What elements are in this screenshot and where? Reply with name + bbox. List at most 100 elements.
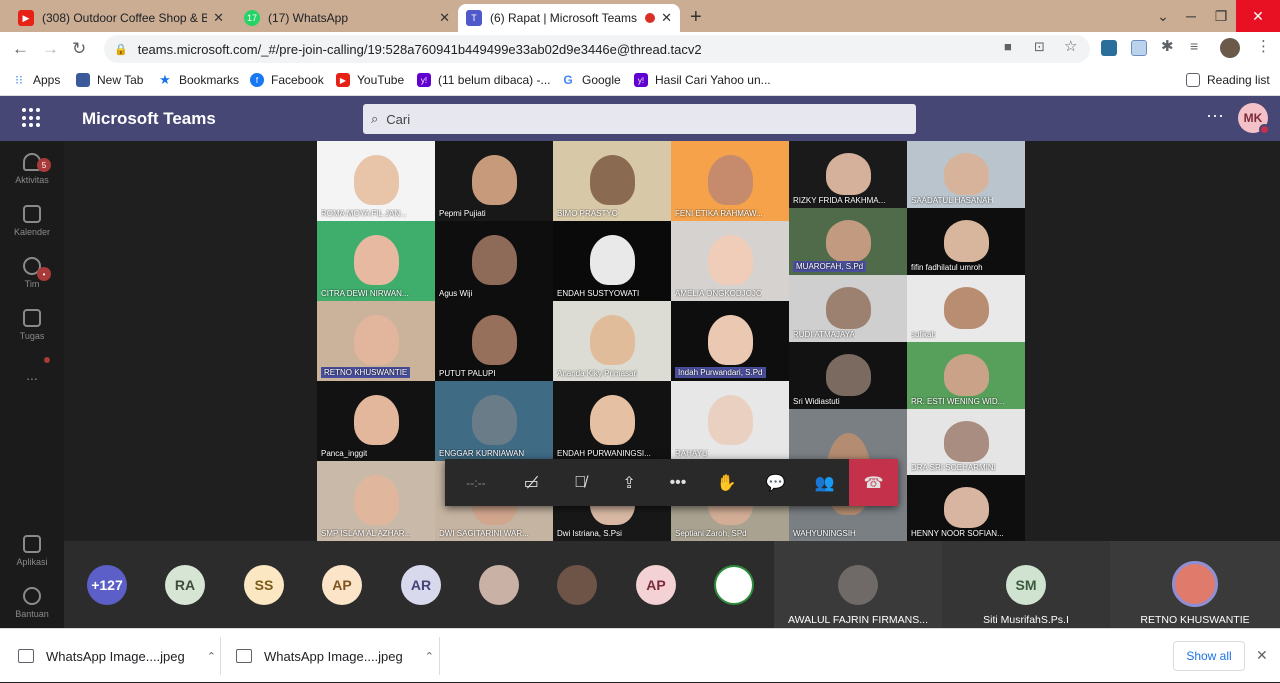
- show-all-button[interactable]: Show all: [1173, 641, 1245, 671]
- camera-off-icon[interactable]: ▭̸: [507, 459, 556, 506]
- bookmark-apps[interactable]: ⁝⁝ Apps: [12, 73, 60, 87]
- chevron-up-icon[interactable]: ⌃: [425, 650, 434, 663]
- participant-tile[interactable]: HENNY NOOR SOFIAN...: [907, 475, 1025, 541]
- raise-hand-icon[interactable]: ✋: [702, 459, 751, 506]
- rail-item-teams[interactable]: Tim •: [0, 257, 64, 289]
- user-avatar[interactable]: MK: [1238, 103, 1270, 135]
- participants-icon[interactable]: 👥: [800, 459, 849, 506]
- avatar[interactable]: AR: [401, 565, 441, 605]
- participant-tile[interactable]: Ananda Kiky Primasari: [553, 301, 671, 381]
- participant-tile[interactable]: Panca_inggit: [317, 381, 435, 461]
- extension-icon[interactable]: [1101, 40, 1117, 56]
- extension-icon[interactable]: [1131, 40, 1147, 56]
- participant-tile[interactable]: Pepmi Pujiati: [435, 141, 553, 221]
- menu-icon[interactable]: ⋮: [1256, 37, 1271, 55]
- close-icon[interactable]: ✕: [1256, 647, 1268, 664]
- back-icon[interactable]: ←: [12, 39, 29, 59]
- avatar[interactable]: RA: [165, 565, 205, 605]
- participant-tile[interactable]: RUDI ATMAJAYA: [789, 275, 907, 342]
- participant-tile[interactable]: CITRA DEWI NIRWAN...: [317, 221, 435, 301]
- participant-tile[interactable]: MUAROFAH, S.Pd: [789, 208, 907, 275]
- avatar[interactable]: [714, 565, 754, 605]
- participant-tile[interactable]: RIZKY FRIDA RAKHMA...: [789, 141, 907, 208]
- rail-item-apps[interactable]: Aplikasi: [0, 535, 64, 567]
- tab-youtube[interactable]: ▶ (308) Outdoor Coffee Shop & Bo ✕: [10, 4, 232, 32]
- address-bar[interactable]: 🔒 teams.microsoft.com/_#/pre-join-callin…: [104, 35, 1090, 63]
- participant-tile[interactable]: ENGGAR KURNIAWAN: [435, 381, 553, 461]
- participant-tile[interactable]: ENDAH SUSTYOWATI: [553, 221, 671, 301]
- overflow-participants[interactable]: +127: [87, 565, 127, 605]
- rail-item-help[interactable]: Bantuan: [0, 587, 64, 619]
- avatar[interactable]: AP: [636, 565, 676, 605]
- more-actions-icon[interactable]: •••: [654, 459, 703, 506]
- bookmark-bookmarks[interactable]: ★ Bookmarks: [158, 72, 239, 87]
- restore-icon[interactable]: ❐: [1206, 0, 1236, 32]
- download-item[interactable]: WhatsApp Image....jpeg ⌃: [18, 629, 216, 683]
- bookmark-yahoo-mail[interactable]: y! (11 belum dibaca) -...: [417, 73, 551, 87]
- participant-tile[interactable]: sulikah: [907, 275, 1025, 342]
- participant-tile[interactable]: PUTUT PALUPI: [435, 301, 553, 381]
- close-window-icon[interactable]: ✕: [1236, 0, 1280, 32]
- avatar[interactable]: SS: [244, 565, 284, 605]
- bookmark-newtab[interactable]: New Tab: [76, 73, 143, 87]
- participant-tile[interactable]: ROMA MOYA FIL JAN...: [317, 141, 435, 221]
- forward-icon[interactable]: →: [42, 39, 59, 59]
- participant-tile[interactable]: RETNO KHUSWANTIE: [317, 301, 435, 381]
- bookmark-google[interactable]: G Google: [561, 73, 621, 87]
- translate-icon[interactable]: ⊡: [1034, 39, 1045, 55]
- divider: [220, 637, 221, 675]
- tab-whatsapp[interactable]: 17 (17) WhatsApp ✕: [236, 4, 458, 32]
- avatar[interactable]: AP: [322, 565, 362, 605]
- app-launcher-icon[interactable]: [22, 108, 42, 128]
- tab-teams[interactable]: T (6) Rapat | Microsoft Teams ✕: [458, 4, 680, 32]
- roster-tile[interactable]: SM Siti MusrifahS.Ps.I: [942, 541, 1110, 628]
- rail-item-assignments[interactable]: Tugas: [0, 309, 64, 341]
- participant-tile[interactable]: FENI ETIKA RAHMAW...: [671, 141, 789, 221]
- camera-icon[interactable]: ■: [1004, 39, 1012, 54]
- participant-tile[interactable]: RAHAYU: [671, 381, 789, 461]
- media-icon[interactable]: ≡: [1190, 38, 1198, 54]
- participant-tile[interactable]: AMELIA ONGKODJOJO: [671, 221, 789, 301]
- new-tab-button[interactable]: +: [690, 6, 702, 29]
- mic-off-icon[interactable]: 🎙̸: [556, 459, 605, 506]
- participant-tile[interactable]: ENDAH PURWANINGSI...: [553, 381, 671, 461]
- share-screen-icon[interactable]: ⇪: [605, 459, 654, 506]
- bookmark-facebook[interactable]: f Facebook: [250, 73, 324, 87]
- download-item[interactable]: WhatsApp Image....jpeg ⌃: [236, 629, 434, 683]
- rail-more-apps[interactable]: ...: [0, 367, 64, 383]
- participant-tile[interactable]: Agus Wiji: [435, 221, 553, 301]
- roster-tile[interactable]: AWALUL FAJRIN FIRMANS...: [774, 541, 942, 628]
- participant-tile[interactable]: RR. ESTI WENING WID...: [907, 342, 1025, 409]
- participant-tile[interactable]: BIMO PRASTYO: [553, 141, 671, 221]
- roster-tile[interactable]: RETNO KHUSWANTIE: [1110, 541, 1280, 628]
- chevron-up-icon[interactable]: ⌃: [207, 650, 216, 663]
- search-input[interactable]: ⌕ Cari: [363, 104, 916, 134]
- rail-item-calendar[interactable]: Kalender: [0, 205, 64, 237]
- reload-icon[interactable]: ↻: [72, 39, 86, 59]
- reading-list[interactable]: Reading list: [1186, 73, 1270, 87]
- minimize-icon[interactable]: ─: [1176, 0, 1206, 32]
- puzzle-icon[interactable]: ✱: [1161, 37, 1174, 55]
- bookmark-yahoo-search[interactable]: y! Hasil Cari Yahoo un...: [634, 73, 771, 87]
- close-tab-icon[interactable]: ✕: [213, 10, 224, 26]
- participant-tile[interactable]: SAADATUL HASANAH: [907, 141, 1025, 208]
- participant-tile[interactable]: Indah Purwandari, S.Pd: [671, 301, 789, 381]
- participant-tile[interactable]: DRA SRI SOEHARMINI: [907, 409, 1025, 475]
- rail-item-activity[interactable]: Aktivitas 5: [0, 153, 64, 185]
- chat-icon[interactable]: 💬: [751, 459, 800, 506]
- participant-tile[interactable]: SMP ISLAM AL AZHAR...: [317, 461, 435, 541]
- avatar[interactable]: [557, 565, 597, 605]
- participant-tile[interactable]: Sri Widiastuti: [789, 342, 907, 409]
- status-badge: [1259, 124, 1270, 135]
- more-options-icon[interactable]: ···: [1206, 105, 1224, 126]
- avatar[interactable]: [479, 565, 519, 605]
- star-icon[interactable]: ☆: [1064, 37, 1077, 55]
- tab-search-icon[interactable]: ⌄: [1150, 0, 1176, 32]
- close-tab-icon[interactable]: ✕: [439, 10, 450, 26]
- close-tab-icon[interactable]: ✕: [661, 10, 672, 26]
- bookmark-youtube[interactable]: ▶ YouTube: [336, 73, 404, 87]
- more-apps-icon: ...: [26, 367, 38, 383]
- profile-avatar[interactable]: [1220, 38, 1240, 58]
- participant-tile[interactable]: fifin fadhilatul umroh: [907, 208, 1025, 275]
- hang-up-button[interactable]: ☎: [849, 459, 898, 506]
